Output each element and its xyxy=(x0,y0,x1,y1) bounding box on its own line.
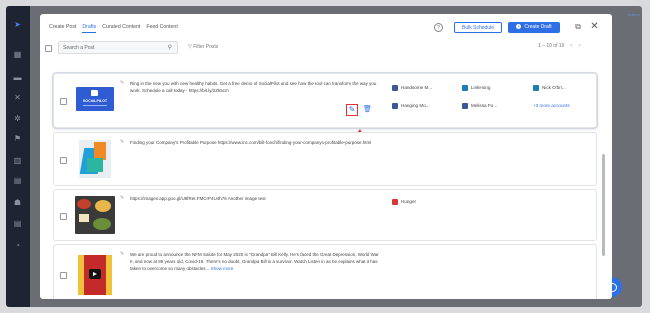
team-icon[interactable]: ☗ xyxy=(11,198,24,207)
post-thumbnail xyxy=(79,140,111,178)
filter-label: Filter Posts xyxy=(193,44,219,50)
tab-feed-content[interactable]: Feed Content xyxy=(146,24,177,33)
search-input[interactable] xyxy=(63,42,158,53)
next-page-icon[interactable]: > xyxy=(578,43,581,49)
post-card[interactable]: ✎ Finding your Company's Profitable Purp… xyxy=(53,132,597,186)
inbox-icon[interactable]: ▤ xyxy=(11,176,24,185)
row-checkbox[interactable] xyxy=(60,157,67,164)
analytics-icon[interactable]: ▥ xyxy=(11,156,24,165)
row-checkbox[interactable] xyxy=(60,98,67,105)
filter-posts-button[interactable]: ▽ Filter Posts xyxy=(184,42,218,53)
post-text: Finding your Company's Profitable Purpos… xyxy=(130,140,372,145)
edit-pencil-icon[interactable]: ✎ xyxy=(346,104,358,116)
prev-page-icon[interactable]: < xyxy=(570,43,573,49)
backdrop-edge-text: feature xyxy=(627,12,640,17)
tab-curated-content[interactable]: Curated Content xyxy=(102,24,140,33)
post-thumbnail xyxy=(78,255,112,295)
post-card[interactable]: SOCIALPILOT ✎ Ring in the new you with n… xyxy=(53,73,597,128)
account-chip: Melissa Fu... xyxy=(462,103,497,109)
send-icon[interactable]: ➤ xyxy=(11,20,24,29)
select-all-checkbox[interactable] xyxy=(45,45,52,52)
bulk-schedule-button[interactable]: Bulk Schedule xyxy=(454,22,502,33)
scrollbar[interactable] xyxy=(602,154,605,256)
post-text: https://images.app.goo.gl/U8fRet.FMCrP4U… xyxy=(130,196,266,201)
filter-icon: ▽ xyxy=(188,44,192,50)
create-draft-label: Create Draft xyxy=(524,24,552,30)
row-checkbox[interactable] xyxy=(60,272,67,279)
grid-icon[interactable]: ▦ xyxy=(11,50,24,59)
plus-icon: + xyxy=(516,24,522,29)
draft-note-icon: ✎ xyxy=(120,251,125,257)
drafts-modal: Create Post Drafts Curated Content Feed … xyxy=(40,14,612,299)
post-text-body: We are proud to announce the NFM Salute … xyxy=(130,252,379,271)
search-icon[interactable]: ⚲ xyxy=(168,44,172,51)
minimize-icon[interactable]: ⧉ xyxy=(573,22,583,32)
tab-drafts[interactable]: Drafts xyxy=(82,24,97,33)
help-circle-icon[interactable]: ? xyxy=(434,23,443,32)
post-thumbnail: SOCIALPILOT xyxy=(76,87,114,111)
row-checkbox[interactable] xyxy=(60,213,67,220)
post-thumbnail xyxy=(75,196,115,234)
account-chip: Nick O'bri... xyxy=(533,85,566,91)
account-chip: Hanging Mo... xyxy=(392,103,430,109)
draft-note-icon: ✎ xyxy=(120,139,125,145)
search-box: ⚲ xyxy=(58,41,178,54)
draft-note-icon: ✎ xyxy=(120,80,125,86)
account-chip: Handsome M... xyxy=(392,85,432,91)
trash-icon[interactable]: 🗑 xyxy=(363,105,372,113)
gear-icon[interactable]: ✲ xyxy=(11,114,24,123)
post-text: Ring in the new you with new healthy hab… xyxy=(130,81,377,93)
megaphone-icon[interactable]: ▬ xyxy=(11,73,24,82)
app-sidebar: ➤ ▦ ▬ ✕ ✲ ⚑ ▥ ▤ ☗ ▤ ◔ xyxy=(6,6,30,307)
thumbnail-brand-text: SOCIALPILOT xyxy=(82,99,108,103)
draft-note-icon: ✎ xyxy=(120,195,125,201)
report-icon[interactable]: ▤ xyxy=(11,219,24,228)
show-more-link[interactable]: Show more xyxy=(211,266,234,271)
close-icon[interactable]: ✕ xyxy=(589,21,600,32)
create-draft-button[interactable]: + Create Draft xyxy=(508,22,560,33)
pagination: 1 – 10 of 19 < > xyxy=(538,43,581,49)
flag-icon[interactable]: ⚑ xyxy=(11,134,24,143)
collaborate-icon[interactable]: ✕ xyxy=(11,93,24,102)
more-accounts-link[interactable]: +3 more accounts xyxy=(533,103,570,108)
help-icon[interactable]: ◔ xyxy=(11,241,24,250)
post-card[interactable]: ✎ We are proud to announce the NFM Salut… xyxy=(53,244,597,299)
tab-create-post[interactable]: Create Post xyxy=(49,24,76,33)
post-text: We are proud to announce the NFM Salute … xyxy=(130,251,380,272)
account-chip: LinkHong xyxy=(462,85,490,91)
modal-tabs: Create Post Drafts Curated Content Feed … xyxy=(49,24,184,33)
pagination-count: 1 – 10 of 19 xyxy=(538,43,565,49)
account-chip: Hunger xyxy=(392,199,416,205)
post-card[interactable]: ✎ https://images.app.goo.gl/U8fRet.FMCrP… xyxy=(53,189,597,241)
